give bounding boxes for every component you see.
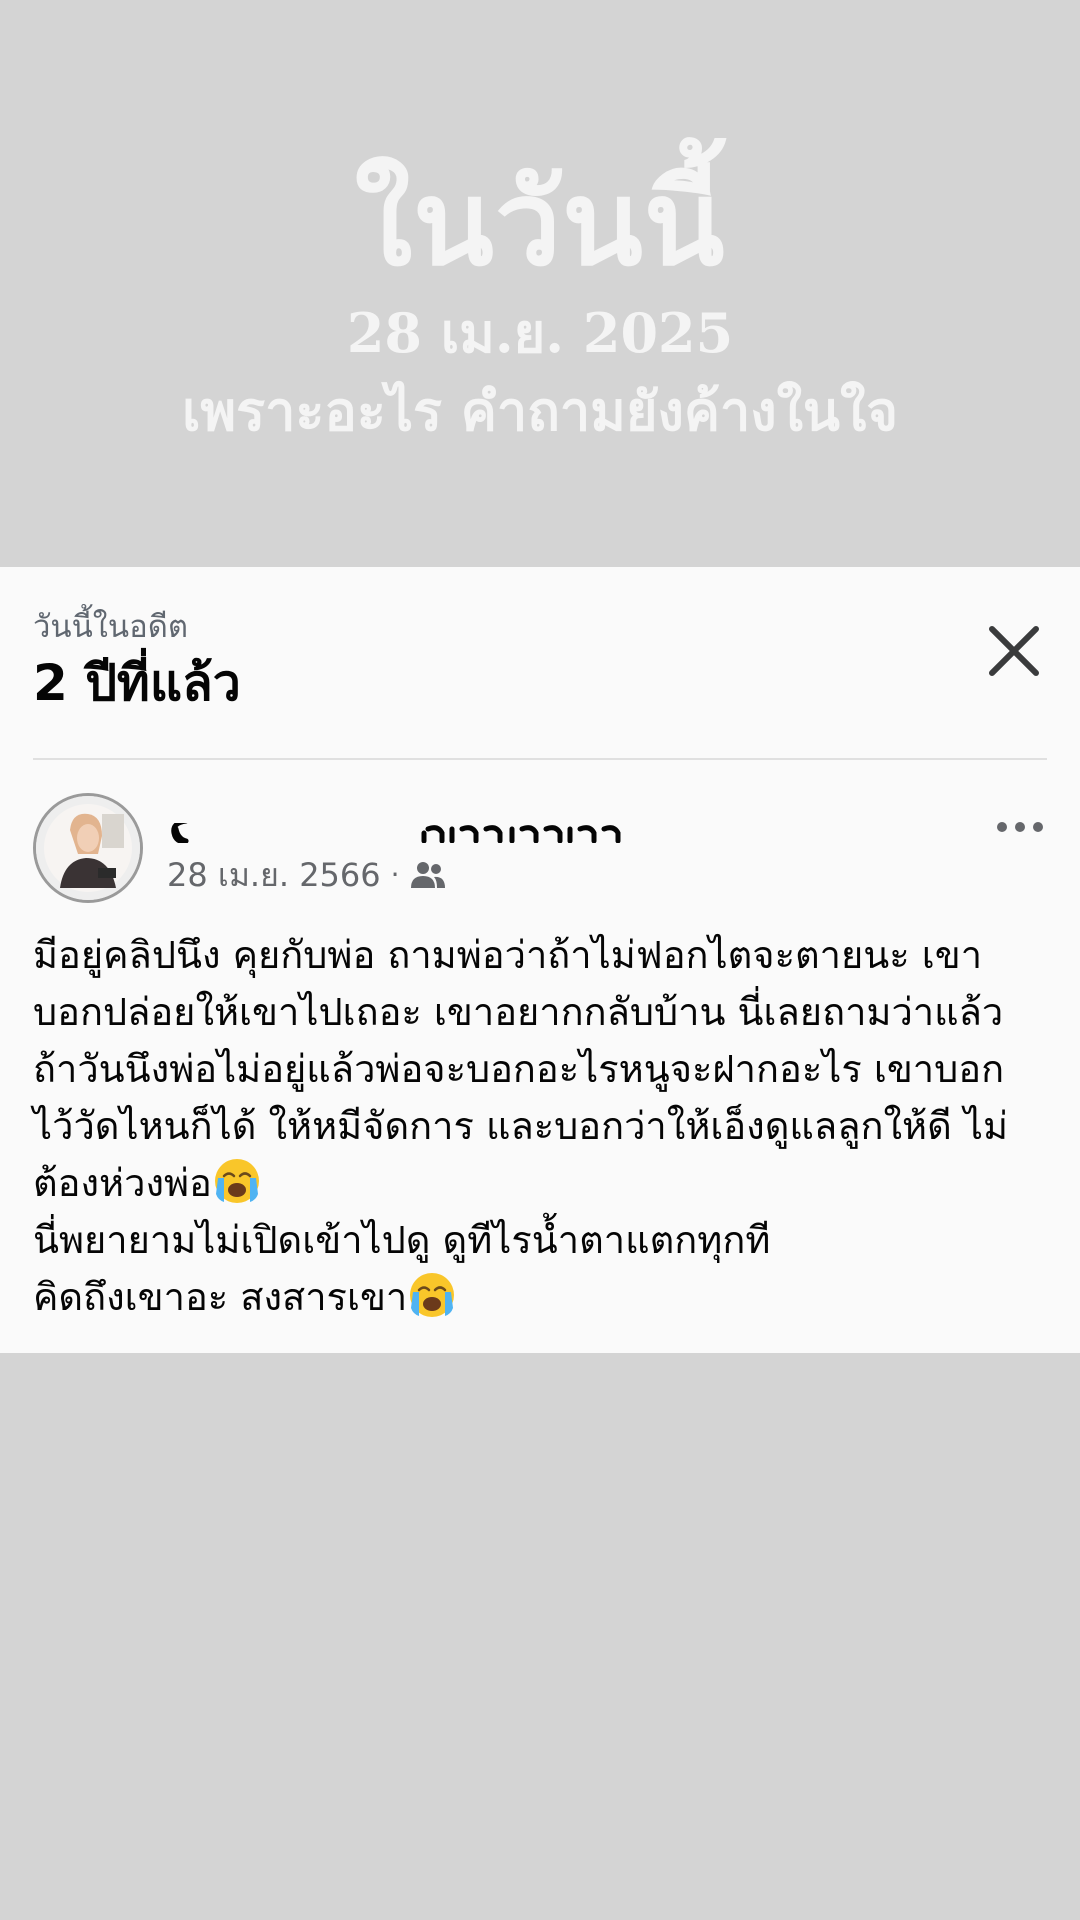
post-line: คิดถึงเขาอะ สงสารเขา (33, 1275, 408, 1319)
memory-title: 2 ปีที่แล้ว (33, 654, 241, 712)
divider (33, 758, 1047, 760)
post-line: ถ้าวันนึงพ่อไม่อยู่แล้วพ่อจะบอกอะไรหนูจะ… (33, 1047, 1005, 1091)
close-icon (989, 626, 1039, 676)
author-avatar[interactable] (33, 793, 143, 903)
memory-card: วันนี้ในอดีต 2 ปีที่แล้ว 28 เม.ย. 2566 ·… (0, 567, 1080, 1353)
more-options-button[interactable] (990, 807, 1050, 847)
post-line: บอกปล่อยให้เขาไปเถอะ เขาอยากกลับบ้าน นี่… (33, 990, 1004, 1034)
post-line: ต้องห่วงพ่อ (33, 1161, 212, 1205)
loudly-crying-face-icon (410, 1273, 455, 1317)
close-button[interactable] (980, 617, 1048, 685)
post-text: มีอยู่คลิปนึง คุยกับพ่อ ถามพ่อว่าถ้าไม่ฟ… (33, 927, 1053, 1326)
overlay-date: 28 เม.ย. 2025 (346, 301, 734, 365)
post-line-with-emoji: ต้องห่วงพ่อ (33, 1155, 1053, 1212)
friends-icon (410, 862, 445, 888)
author-name-obscured[interactable] (166, 799, 626, 843)
overlay-caption: เพราะอะไร คำถามยังค้างในใจ (182, 379, 898, 443)
post-line-with-emoji: คิดถึงเขาอะ สงสารเขา (33, 1269, 1053, 1326)
post-line: ไว้วัดไหนก็ได้ ให้หมีจัดการ และบอกว่าให้… (33, 1104, 1009, 1148)
overlay-title: ในวันนี้ (354, 153, 726, 292)
post-line: มีอยู่คลิปนึง คุยกับพ่อ ถามพ่อว่าถ้าไม่ฟ… (33, 933, 983, 977)
memory-subtitle: วันนี้ในอดีต (33, 609, 188, 645)
meta-separator: · (390, 858, 400, 891)
loudly-crying-face-icon (214, 1159, 259, 1203)
more-options-icon (997, 822, 1043, 832)
post-line: นี่พยายามไม่เปิดเข้าไปดู ดูทีไรน้ำตาแตกท… (33, 1218, 771, 1262)
post-meta: 28 เม.ย. 2566 · (167, 855, 446, 895)
screen: ในวันนี้ 28 เม.ย. 2025 เพราะอะไร คำถามยั… (0, 0, 1080, 1920)
post-date[interactable]: 28 เม.ย. 2566 (167, 855, 381, 895)
